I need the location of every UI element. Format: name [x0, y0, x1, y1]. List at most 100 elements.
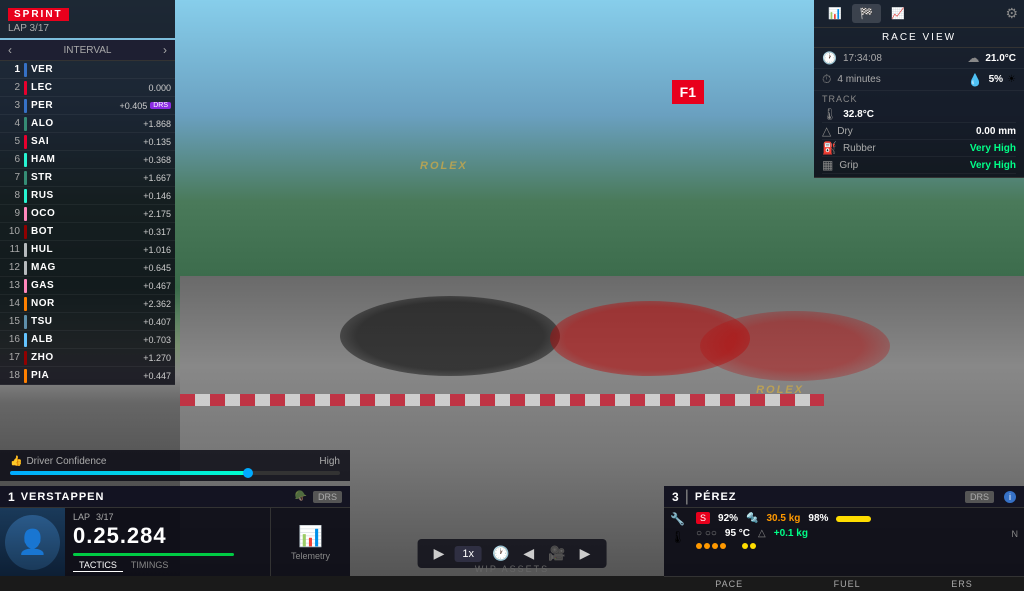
lb-name: VER: [31, 64, 171, 75]
lb-row[interactable]: 9 OCO +2.175: [0, 205, 175, 223]
lb-pos: 4: [4, 118, 20, 129]
lb-gap: +0.447: [143, 371, 171, 381]
grip-value: Very High: [970, 160, 1016, 171]
clock-icon[interactable]: 🕐: [488, 543, 513, 564]
driver-name: VERSTAPPEN: [21, 491, 295, 503]
lb-row[interactable]: 5 SAI +0.135: [0, 133, 175, 151]
perez-body: 🔧 🌡 S 92% 🔩 30.5 kg 98% ○ ○○ 95 °C △ +0.: [664, 508, 1024, 576]
timings-tab[interactable]: TIMINGS: [125, 559, 175, 572]
perez-drs-btn[interactable]: DRS: [965, 491, 994, 503]
fuel-dots: [742, 543, 756, 549]
lb-pos: 5: [4, 136, 20, 147]
cc-label: ○ ○○: [696, 528, 717, 539]
perez-number: 3: [672, 490, 679, 504]
lb-team-bar: [24, 333, 27, 347]
rewind-button[interactable]: ◀: [519, 543, 538, 564]
grip-row: ▦ Grip Very High: [822, 157, 1016, 174]
lb-gap: +0.407: [143, 317, 171, 327]
lb-gap: +1.667: [143, 173, 171, 183]
time-row: 🕐 17:34:08 ☁ 21.0°C: [814, 48, 1024, 69]
lb-row[interactable]: 3 PER +0.405 DRS: [0, 97, 175, 115]
leaderboard-rows: 1 VER 2 LEC 0.000 3 PER +0.405 DRS 4 ALO…: [0, 61, 175, 385]
lb-team-bar: [24, 351, 27, 365]
lb-gap: +2.362: [143, 299, 171, 309]
dry-row: △ Dry 0.00 mm: [822, 123, 1016, 140]
lb-row[interactable]: 2 LEC 0.000: [0, 79, 175, 97]
session-type-label: SPRINT: [8, 8, 69, 21]
tab-chart-right[interactable]: 📈: [883, 4, 913, 23]
triangle-icon-pz: △: [758, 528, 766, 539]
lb-gap: +0.368: [143, 155, 171, 165]
tactics-tab[interactable]: TACTICS: [73, 559, 123, 572]
lb-pos: 10: [4, 226, 20, 237]
thumbs-up-icon: 👍: [10, 456, 22, 467]
lb-pos: 16: [4, 334, 20, 345]
lb-name: GAS: [31, 280, 143, 291]
tab-flag[interactable]: 🏁: [852, 4, 882, 23]
lb-row[interactable]: 15 TSU +0.407: [0, 313, 175, 331]
lb-team-bar: [24, 189, 27, 203]
drs-button[interactable]: DRS: [313, 491, 342, 503]
lb-pos: 3: [4, 100, 20, 111]
thermometer-icon: 🌡: [822, 107, 837, 121]
lb-name: HAM: [31, 154, 143, 165]
settings-gear-icon[interactable]: ⚙: [1005, 5, 1018, 22]
ers-bar: [836, 516, 871, 522]
perez-info-btn[interactable]: i: [1004, 491, 1016, 503]
lb-row[interactable]: 13 GAS +0.467: [0, 277, 175, 295]
rubber-icon: ⛽: [822, 141, 837, 155]
lb-gap: +0.135: [143, 137, 171, 147]
confidence-value: High: [319, 456, 340, 467]
fuel-kg-val: 30.5 kg: [766, 513, 800, 524]
tyre-compound-badge: S: [696, 512, 710, 524]
lb-row[interactable]: 14 NOR +2.362: [0, 295, 175, 313]
prev-arrow[interactable]: ‹: [8, 43, 12, 57]
track-temp: 32.8°C: [843, 109, 874, 120]
lb-row[interactable]: 12 MAG +0.645: [0, 259, 175, 277]
lb-pos: 7: [4, 172, 20, 183]
lb-team-bar: [24, 225, 27, 239]
speed-control[interactable]: 1x: [454, 546, 482, 562]
lb-team-bar: [24, 315, 27, 329]
lb-row[interactable]: 6 HAM +0.368: [0, 151, 175, 169]
lb-row[interactable]: 17 ZHO +1.270: [0, 349, 175, 367]
tab-chart-left[interactable]: 📊: [820, 4, 850, 23]
perez-header: 3 | PÉREZ DRS i: [664, 486, 1024, 508]
lap-time-bar: [73, 553, 234, 556]
lb-pos: 18: [4, 370, 20, 381]
grip-icon: ▦: [822, 158, 833, 172]
rain-chance: 5%: [989, 74, 1003, 85]
play-button[interactable]: ▶: [430, 543, 449, 564]
perez-card: 3 | PÉREZ DRS i 🔧 🌡 S 92% 🔩 30.5 kg 98%: [664, 486, 1024, 576]
lb-row[interactable]: 7 STR +1.667: [0, 169, 175, 187]
lb-pos: 2: [4, 82, 20, 93]
telemetry-section[interactable]: 📊 Telemetry: [270, 508, 350, 576]
confidence-thumb[interactable]: [243, 468, 253, 478]
lb-row[interactable]: 10 BOT +0.317: [0, 223, 175, 241]
engine-icon: 🌡: [670, 530, 690, 544]
leaderboard: ‹ INTERVAL › 1 VER 2 LEC 0.000 3 PER +0.…: [0, 40, 175, 385]
lb-row[interactable]: 18 PIA +0.447: [0, 367, 175, 385]
race-view-title: RACE VIEW: [814, 28, 1024, 48]
next-arrow[interactable]: ›: [163, 43, 167, 57]
lb-row[interactable]: 16 ALB +0.703: [0, 331, 175, 349]
perez-icons: 🔧 🌡: [670, 512, 690, 572]
lb-row[interactable]: 8 RUS +0.146: [0, 187, 175, 205]
lb-row[interactable]: 4 ALO +1.868: [0, 115, 175, 133]
lb-gap: +0.405: [119, 101, 147, 111]
lb-name: OCO: [31, 208, 143, 219]
race-view-tabs: 📊 🏁 📈 ⚙: [814, 0, 1024, 28]
ers-pct-val: 98%: [808, 513, 828, 524]
lb-name: NOR: [31, 298, 143, 309]
dry-label: Dry: [837, 126, 976, 137]
confidence-fill: [10, 471, 248, 475]
sprint-badge: SPRINT LAP 3/17: [0, 0, 175, 38]
confidence-bar-panel: 👍 Driver Confidence High: [0, 450, 350, 481]
lb-row[interactable]: 1 VER: [0, 61, 175, 79]
lb-row[interactable]: 11 HUL +1.016: [0, 241, 175, 259]
camera-icon[interactable]: 🎥: [544, 543, 569, 564]
rain-icon: 💧: [968, 73, 983, 87]
lb-gap: +0.467: [143, 281, 171, 291]
forward-button[interactable]: ▶: [576, 543, 595, 564]
lb-name: STR: [31, 172, 143, 183]
